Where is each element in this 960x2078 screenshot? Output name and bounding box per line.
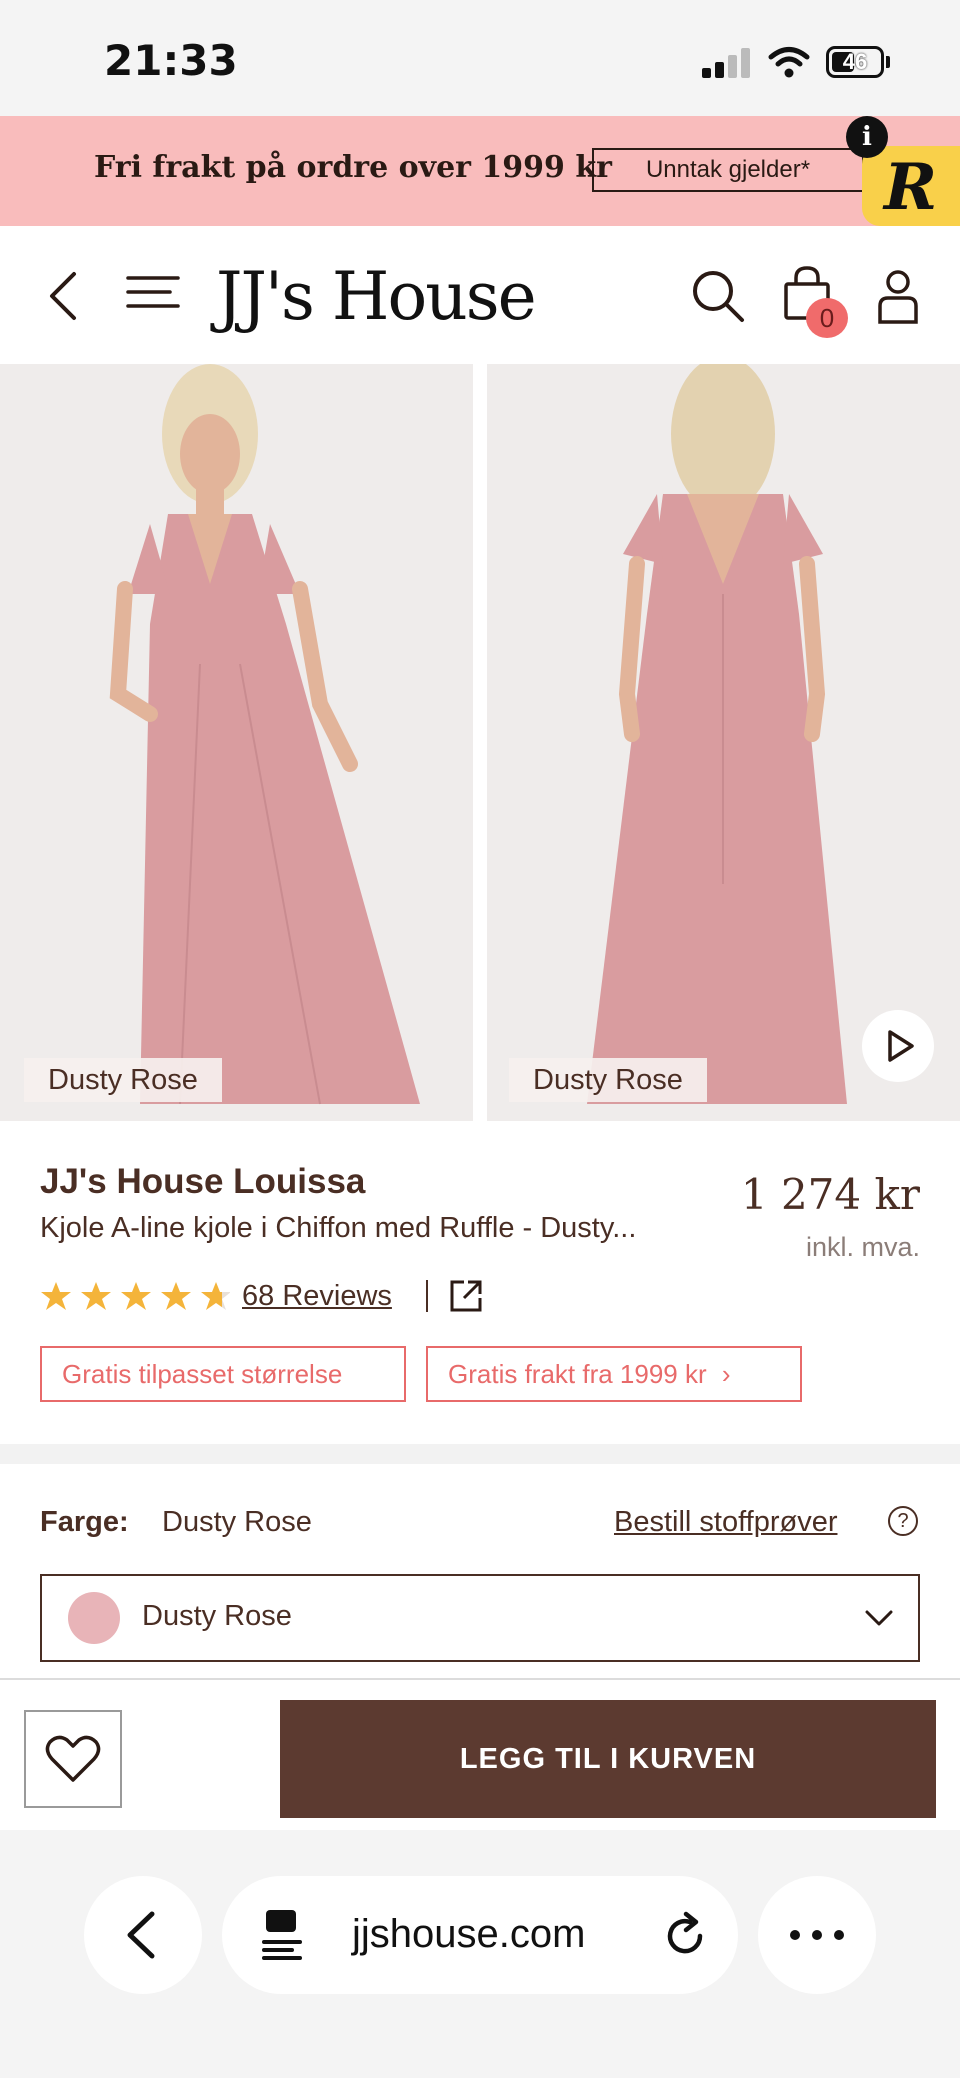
extension-icon [262, 1910, 302, 1960]
star-rating [40, 1280, 231, 1321]
more-icon [790, 1930, 844, 1940]
wishlist-button[interactable] [24, 1710, 122, 1808]
divider [426, 1280, 428, 1312]
heart-icon [45, 1735, 101, 1782]
color-tag: Dusty Rose [24, 1058, 222, 1102]
product-image-back[interactable]: Dusty Rose [487, 364, 960, 1121]
status-time: 21:33 [104, 36, 238, 85]
color-value: Dusty Rose [162, 1506, 312, 1538]
wifi-icon [768, 47, 810, 78]
browser-more-button[interactable] [758, 1876, 876, 1994]
cart-count-badge: 0 [806, 298, 848, 338]
browser-back-button[interactable] [84, 1876, 202, 1994]
order-swatches-link[interactable]: Bestill stoffprøver [614, 1506, 837, 1539]
menu-icon[interactable] [126, 274, 180, 314]
product-subtitle: Kjole A-line kjole i Chiffon med Ruffle … [40, 1212, 637, 1244]
color-select-value: Dusty Rose [142, 1600, 292, 1632]
site-logo[interactable]: JJ's House [216, 258, 537, 335]
section-separator [0, 1444, 960, 1464]
add-to-cart-button[interactable]: LEGG TIL I KURVEN [280, 1700, 936, 1818]
star-icon [81, 1282, 111, 1310]
product-title: JJ's House Louissa [40, 1162, 366, 1201]
search-icon[interactable] [690, 268, 746, 324]
back-chevron-icon [127, 1911, 155, 1959]
product-price: 1 274 kr [740, 1170, 920, 1219]
star-icon [121, 1282, 151, 1310]
free-shipping-label: Gratis frakt fra 1999 kr [448, 1359, 707, 1389]
color-swatch [68, 1592, 120, 1644]
star-icon [161, 1282, 191, 1310]
url-text: jjshouse.com [352, 1912, 586, 1956]
color-select[interactable]: Dusty Rose [40, 1574, 920, 1662]
dress-front-illustration [0, 364, 473, 1121]
star-icon [201, 1282, 231, 1310]
reviews-link[interactable]: 68 Reviews [242, 1280, 392, 1313]
free-shipping-pill[interactable]: Gratis frakt fra 1999 kr › [426, 1346, 802, 1402]
cellular-signal-icon [702, 48, 752, 78]
rewards-logo-letter: R [884, 150, 938, 225]
address-bar[interactable]: jjshouse.com [222, 1876, 738, 1994]
reload-icon[interactable] [662, 1910, 710, 1960]
color-tag: Dusty Rose [509, 1058, 707, 1102]
help-icon[interactable]: ? [888, 1506, 918, 1536]
free-tailoring-pill[interactable]: Gratis tilpasset størrelse [40, 1346, 406, 1402]
play-video-button[interactable] [862, 1010, 934, 1082]
exceptions-button[interactable]: Unntak gjelder* [592, 148, 864, 192]
share-icon[interactable] [448, 1278, 484, 1314]
account-icon[interactable] [876, 268, 920, 324]
product-image-front[interactable]: Dusty Rose [0, 364, 473, 1121]
dress-back-illustration [487, 364, 960, 1121]
back-arrow-icon[interactable] [44, 270, 84, 322]
action-bar-separator [0, 1678, 960, 1680]
play-icon [888, 1030, 914, 1062]
chevron-down-icon [865, 1610, 893, 1626]
star-icon [41, 1282, 71, 1310]
chevron-right-icon: › [721, 1359, 731, 1389]
color-label: Farge: [40, 1506, 129, 1538]
rewards-badge[interactable]: R [862, 146, 960, 226]
vat-note: inkl. mva. [805, 1232, 920, 1262]
battery-nub [886, 56, 890, 68]
info-icon[interactable]: i [846, 116, 888, 158]
promo-text: Fri frakt på ordre over 1999 kr [94, 150, 612, 185]
battery-icon: 46 [826, 46, 884, 78]
